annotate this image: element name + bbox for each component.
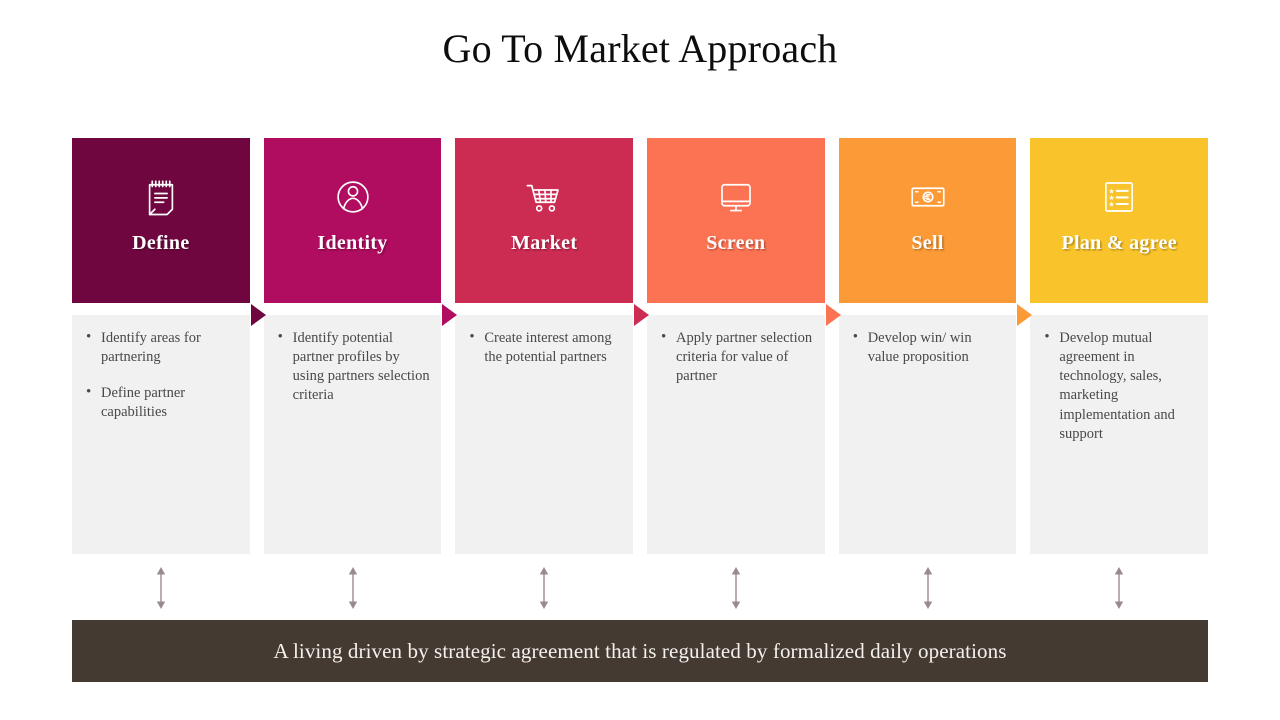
footer-banner: A living driven by strategic agreement t… <box>72 620 1208 682</box>
list-item: Create interest among the potential part… <box>463 328 623 367</box>
list-item: Identify areas for partnering <box>80 328 240 367</box>
page-title: Go To Market Approach <box>442 26 838 71</box>
list-item: Develop mutual agreement in technology, … <box>1038 328 1198 444</box>
process-column-identity[interactable]: Identity Identify potential partner prof… <box>263 138 458 554</box>
column-title: Market <box>511 232 578 254</box>
bullet-list: Create interest among the potential part… <box>463 328 623 367</box>
footer-text: A living driven by strategic agreement t… <box>273 638 1007 663</box>
arrow-cell <box>1030 565 1208 611</box>
connector-arrow-icon <box>1017 304 1033 326</box>
process-columns: Define Identify areas for partnering Def… <box>72 138 1209 554</box>
connector-arrow-icon <box>634 304 650 326</box>
column-header-sell: Sell <box>838 138 1017 303</box>
list-item: Define partner capabilities <box>80 383 240 422</box>
column-body-screen: Apply partner selection criteria for val… <box>647 315 825 554</box>
star-checklist-icon: ★ ★ ★ <box>1098 176 1140 218</box>
monitor-icon <box>715 176 757 218</box>
column-title: Sell <box>911 232 944 254</box>
bullet-list: Develop win/ win value proposition <box>847 328 1007 367</box>
column-header-define: Define <box>72 138 250 303</box>
arrow-cell <box>839 565 1017 611</box>
connector-arrow-icon <box>250 304 266 326</box>
column-title: Define <box>132 232 190 254</box>
column-title: Plan & agree <box>1061 232 1177 254</box>
process-column-market[interactable]: Market Create interest among the potenti… <box>455 138 650 554</box>
list-item: Identify potential partner profiles by u… <box>272 328 432 406</box>
connector-arrow-icon <box>825 304 841 326</box>
column-body-market: Create interest among the potential part… <box>455 315 634 554</box>
process-column-sell[interactable]: Sell Develop win/ win value proposition <box>838 138 1033 554</box>
column-header-identity: Identity <box>263 138 442 303</box>
shopping-cart-icon <box>523 176 565 218</box>
arrow-cell <box>455 565 633 611</box>
process-column-plan-agree[interactable]: ★ ★ ★ Plan & agree Develop mutual agreem… <box>1030 138 1209 554</box>
list-item: Develop win/ win value proposition <box>847 328 1007 367</box>
arrow-cell <box>72 565 250 611</box>
vertical-arrows-row <box>72 565 1208 611</box>
arrow-cell <box>647 565 825 611</box>
user-circle-icon <box>332 176 374 218</box>
double-arrow-icon <box>539 567 549 609</box>
double-arrow-icon <box>923 567 932 609</box>
double-arrow-icon <box>348 567 357 609</box>
connector-arrow-icon <box>442 304 458 326</box>
double-arrow-icon <box>1114 567 1124 609</box>
process-column-define[interactable]: Define Identify areas for partnering Def… <box>72 138 266 554</box>
column-title: Screen <box>706 232 766 254</box>
bullet-list: Identify areas for partnering Define par… <box>80 328 240 423</box>
column-body-sell: Develop win/ win value proposition <box>838 315 1017 554</box>
column-header-plan-agree: ★ ★ ★ Plan & agree <box>1030 138 1209 303</box>
bullet-list: Identify potential partner profiles by u… <box>272 328 432 406</box>
column-body-plan-agree: Develop mutual agreement in technology, … <box>1030 315 1209 554</box>
column-header-market: Market <box>455 138 634 303</box>
arrow-cell <box>264 565 442 611</box>
notepad-icon <box>140 176 182 218</box>
bullet-list: Apply partner selection criteria for val… <box>655 328 815 386</box>
process-column-screen[interactable]: Screen Apply partner selection criteria … <box>647 138 841 554</box>
column-header-screen: Screen <box>647 138 825 303</box>
list-item: Apply partner selection criteria for val… <box>655 328 815 386</box>
svg-text:★: ★ <box>1109 201 1115 209</box>
bullet-list: Develop mutual agreement in technology, … <box>1038 328 1198 444</box>
double-arrow-icon <box>731 567 741 609</box>
column-body-identity: Identify potential partner profiles by u… <box>263 315 442 554</box>
slide-canvas: Go To Market Approach Define • Identify … <box>0 0 1280 720</box>
banknote-euro-icon <box>907 176 949 218</box>
column-title: Identity <box>317 232 388 254</box>
column-body-define: Identify areas for partnering Define par… <box>72 315 250 554</box>
double-arrow-icon <box>156 567 166 609</box>
